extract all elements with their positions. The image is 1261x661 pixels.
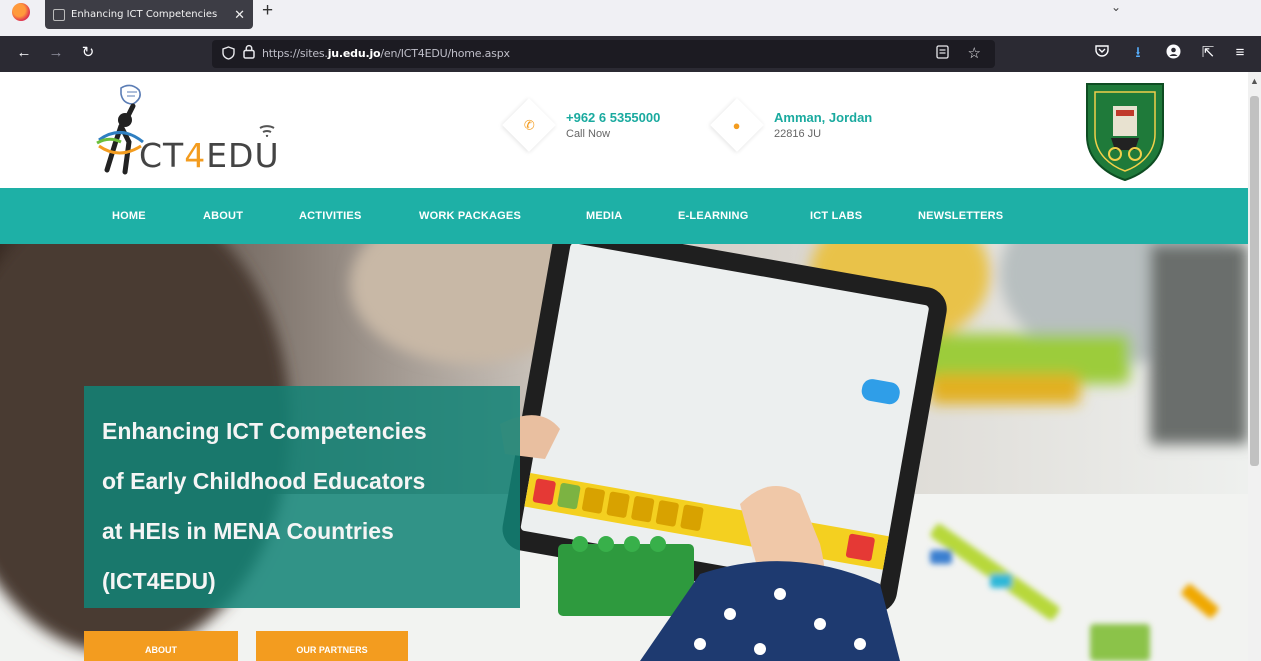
url-text[interactable]: https://sites.ju.edu.jo/en/ICT4EDU/home.… xyxy=(262,47,510,60)
new-tab-button[interactable]: + xyxy=(262,0,273,22)
university-seal-logo[interactable] xyxy=(1083,78,1167,182)
hero-title-line: Enhancing ICT Competencies xyxy=(102,418,427,444)
nav-home[interactable]: HOME xyxy=(112,210,146,222)
hero-title-box: Enhancing ICT Competencies of Early Chil… xyxy=(84,386,520,608)
site-header: CT4EDU ✆ +962 6 5355000 Call Now ● Amman… xyxy=(0,72,1248,188)
url-bar[interactable]: https://sites.ju.edu.jo/en/ICT4EDU/home.… xyxy=(212,40,995,68)
menu-icon[interactable]: ≡ xyxy=(1230,44,1250,62)
location-pin-icon: ● xyxy=(710,98,764,152)
url-path: /en/ICT4EDU/home.aspx xyxy=(380,47,510,60)
back-arrow-icon[interactable]: ← xyxy=(14,44,34,62)
reload-icon[interactable]: ↻ xyxy=(78,44,98,62)
page-scrollbar[interactable]: ▲ xyxy=(1248,72,1261,661)
reader-view-icon[interactable] xyxy=(936,45,949,62)
nav-media[interactable]: MEDIA xyxy=(586,210,622,222)
browser-toolbar: ← → ↻ https://sites.ju.edu.jo/en/ICT4EDU… xyxy=(0,36,1261,72)
list-all-tabs-button[interactable]: ⌄ xyxy=(1111,0,1121,14)
logo-prefix: CT xyxy=(139,136,185,175)
page-favicon-icon xyxy=(53,8,65,21)
close-tab-icon[interactable]: ✕ xyxy=(234,7,245,23)
downloads-icon[interactable]: ⭳ xyxy=(1128,44,1148,62)
contact-location: ● Amman, Jordan 22816 JU xyxy=(710,98,873,152)
logo-wordmark: CT4EDU xyxy=(139,136,280,175)
phone-caption: Call Now xyxy=(566,128,611,140)
nav-about[interactable]: ABOUT xyxy=(203,210,243,222)
hero-title-line: of Early Childhood Educators xyxy=(102,468,426,494)
extensions-icon[interactable]: ⇱ xyxy=(1198,44,1218,62)
location-city: Amman, Jordan xyxy=(774,110,873,125)
logo-four: 4 xyxy=(184,136,207,175)
browser-tab-bar: Enhancing ICT Competencies ✕ + ⌄ xyxy=(0,0,1261,36)
account-icon[interactable] xyxy=(1163,44,1183,64)
hero-title-line: (ICT4EDU) xyxy=(102,568,216,594)
nav-ict-labs[interactable]: ICT LABS xyxy=(810,210,862,222)
firefox-logo-icon[interactable] xyxy=(12,3,30,21)
url-prefix: https://sites. xyxy=(262,47,328,60)
nav-work-packages[interactable]: WORK PACKAGES xyxy=(419,210,521,222)
ict4edu-logo[interactable]: CT4EDU xyxy=(85,80,285,184)
tracking-shield-icon[interactable] xyxy=(222,46,235,63)
hero-title-line: at HEIs in MENA Countries xyxy=(102,518,394,544)
tab-title: Enhancing ICT Competencies xyxy=(71,9,218,20)
url-domain: ju.edu.jo xyxy=(327,47,381,60)
bookmark-star-icon[interactable]: ☆ xyxy=(968,44,981,62)
phone-icon: ✆ xyxy=(502,98,556,152)
phone-number[interactable]: +962 6 5355000 xyxy=(566,110,660,125)
nav-newsletters[interactable]: NEWSLETTERS xyxy=(918,210,1003,222)
contact-phone[interactable]: ✆ +962 6 5355000 Call Now xyxy=(502,98,660,152)
about-button[interactable]: ABOUT xyxy=(84,631,238,661)
scroll-up-arrow-icon[interactable]: ▲ xyxy=(1250,76,1259,86)
hero-banner: Enhancing ICT Competencies of Early Chil… xyxy=(0,244,1248,661)
scrollbar-thumb[interactable] xyxy=(1250,96,1259,466)
lock-icon[interactable] xyxy=(243,44,255,62)
nav-e-learning[interactable]: E-LEARNING xyxy=(678,210,748,222)
forward-arrow-icon[interactable]: → xyxy=(46,44,66,62)
browser-tab-active[interactable]: Enhancing ICT Competencies ✕ xyxy=(45,0,253,29)
our-partners-button[interactable]: OUR PARTNERS xyxy=(256,631,408,661)
location-postal: 22816 JU xyxy=(774,128,822,140)
logo-suffix: EDU xyxy=(206,136,280,175)
pocket-icon[interactable] xyxy=(1092,44,1112,62)
main-navigation: HOME ABOUT ACTIVITIES WORK PACKAGES MEDI… xyxy=(0,188,1248,244)
nav-activities[interactable]: ACTIVITIES xyxy=(299,210,362,222)
